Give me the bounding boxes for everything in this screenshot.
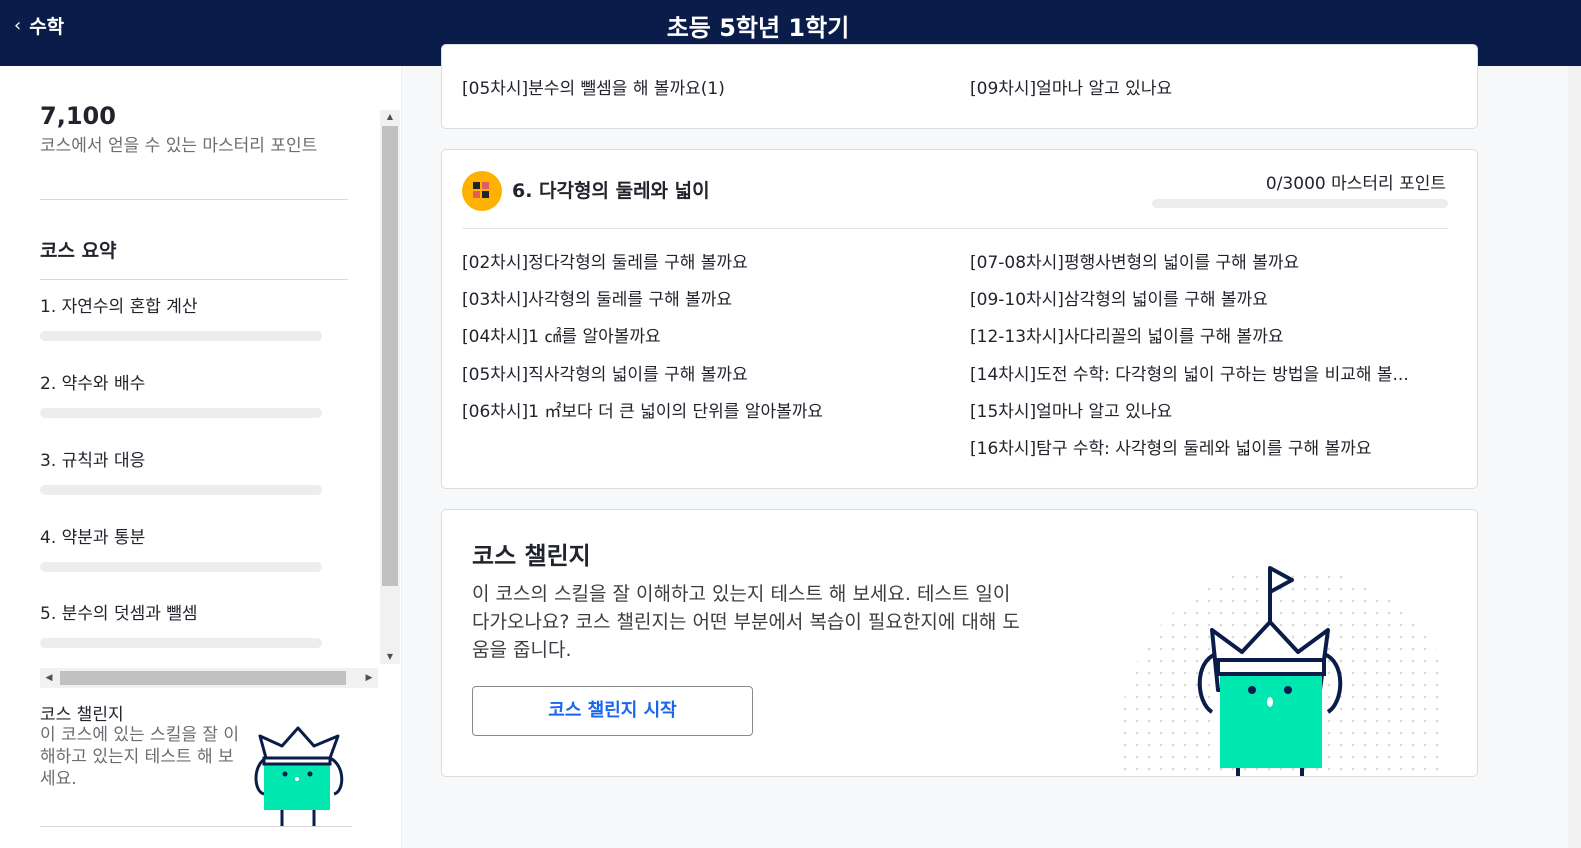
unit-progress-bar: [1152, 199, 1448, 208]
sidebar-unit-5[interactable]: 5. 분수의 덧셈과 뺄셈: [40, 599, 322, 648]
course-challenge-title: 코스 챌린지: [472, 542, 591, 570]
challenge-mascot-icon: [254, 726, 344, 826]
mastery-points-caption: 코스에서 얻을 수 있는 마스터리 포인트: [40, 136, 318, 156]
sidebar-unit-4[interactable]: 4. 약분과 통분: [40, 523, 322, 572]
lesson-link[interactable]: [05차시]직사각형의 넓이를 구해 볼까요: [462, 360, 748, 385]
sidebar-unit-2[interactable]: 2. 약수와 배수: [40, 369, 322, 418]
lesson-link[interactable]: [02차시]정다각형의 둘레를 구해 볼까요: [462, 248, 748, 273]
sidebar-unit-progress-bar: [40, 331, 322, 341]
sidebar-unit-progress-bar: [40, 638, 322, 648]
lesson-link[interactable]: [14차시]도전 수학: 다각형의 넓이 구하는 방법을 비교해 볼...: [970, 360, 1409, 385]
divider: [40, 199, 348, 200]
sidebar-unit-label: 4. 약분과 통분: [40, 528, 146, 548]
scroll-up-arrow-icon[interactable]: ▲: [380, 110, 400, 124]
sidebar-horizontal-scrollbar[interactable]: ◀ ▶: [40, 668, 378, 688]
scrollbar-thumb[interactable]: [60, 671, 346, 685]
scroll-left-arrow-icon[interactable]: ◀: [40, 668, 58, 688]
page-title: 초등 5학년 1학기: [666, 14, 850, 42]
sidebar-unit-1[interactable]: 1. 자연수의 혼합 계산: [40, 292, 322, 341]
unit-title[interactable]: 6. 다각형의 둘레와 넓이: [512, 176, 710, 203]
sidebar-scroll-area[interactable]: 7,100 코스에서 얻을 수 있는 마스터리 포인트 코스 요약 1. 자연수…: [0, 66, 380, 688]
lesson-link[interactable]: [16차시]탐구 수학: 사각형의 둘레와 넓이를 구해 볼까요: [970, 434, 1372, 459]
sidebar-challenge-description: 이 코스에 있는 스킬을 잘 이해하고 있는지 테스트 해 보세요.: [40, 725, 240, 789]
lesson-link[interactable]: [12-13차시]사다리꼴의 넓이를 구해 볼까요: [970, 322, 1283, 347]
calculator-icon: [462, 171, 502, 211]
sidebar-unit-label: 1. 자연수의 혼합 계산: [40, 297, 198, 317]
scroll-right-arrow-icon[interactable]: ▶: [360, 668, 378, 688]
sidebar-unit-progress-bar: [40, 408, 322, 418]
page-scrollbar[interactable]: [1568, 66, 1581, 848]
unit-card-5: [05차시]분수의 뺄셈을 해 볼까요(1) [09차시]얼마나 알고 있나요: [441, 44, 1478, 129]
divider: [40, 279, 348, 280]
lesson-link[interactable]: [04차시]1 ㎠를 알아볼까요: [462, 322, 661, 347]
sidebar-unit-label: 5. 분수의 덧셈과 뺄셈: [40, 604, 198, 624]
unit-card-6: 6. 다각형의 둘레와 넓이 0/3000 마스터리 포인트 [02차시]정다각…: [441, 149, 1478, 489]
course-challenge-description: 이 코스의 스킬을 잘 이해하고 있는지 테스트 해 보세요. 테스트 일이 다…: [472, 583, 1020, 661]
lesson-link[interactable]: [06차시]1 ㎡보다 더 큰 넓이의 단위를 알아볼까요: [462, 397, 823, 422]
scrollbar-thumb[interactable]: [382, 126, 398, 586]
lesson-link[interactable]: [05차시]분수의 뺄셈을 해 볼까요(1): [462, 74, 725, 99]
lesson-link[interactable]: [15차시]얼마나 알고 있나요: [970, 397, 1172, 422]
sidebar-unit-label: 3. 규칙과 대응: [40, 451, 146, 471]
challenge-mascot-icon: [1120, 566, 1442, 776]
divider: [40, 826, 352, 827]
mastery-points-value: 7,100: [40, 102, 116, 130]
sidebar-vertical-scrollbar[interactable]: ▲ ▼: [380, 110, 400, 664]
course-sidebar: 7,100 코스에서 얻을 수 있는 마스터리 포인트 코스 요약 1. 자연수…: [0, 66, 402, 848]
course-summary-title: 코스 요약: [40, 240, 117, 262]
lesson-link[interactable]: [07-08차시]평행사변형의 넓이를 구해 볼까요: [970, 248, 1299, 273]
sidebar-unit-label: 2. 약수와 배수: [40, 374, 146, 394]
course-challenge-card: 코스 챌린지 이 코스의 스킬을 잘 이해하고 있는지 테스트 해 보세요. 테…: [441, 509, 1478, 777]
scroll-down-arrow-icon[interactable]: ▼: [380, 650, 400, 664]
sidebar-challenge-title[interactable]: 코스 챌린지: [40, 700, 124, 725]
divider: [462, 228, 1448, 229]
unit-mastery-points: 0/3000 마스터리 포인트: [1265, 174, 1446, 194]
lesson-link[interactable]: [09-10차시]삼각형의 넓이를 구해 볼까요: [970, 285, 1268, 310]
sidebar-unit-3[interactable]: 3. 규칙과 대응: [40, 446, 322, 495]
sidebar-unit-progress-bar: [40, 485, 322, 495]
lesson-link[interactable]: [03차시]사각형의 둘레를 구해 볼까요: [462, 285, 732, 310]
start-course-challenge-button[interactable]: 코스 챌린지 시작: [472, 686, 753, 736]
lesson-link[interactable]: [09차시]얼마나 알고 있나요: [970, 74, 1172, 99]
sidebar-unit-progress-bar: [40, 562, 322, 572]
